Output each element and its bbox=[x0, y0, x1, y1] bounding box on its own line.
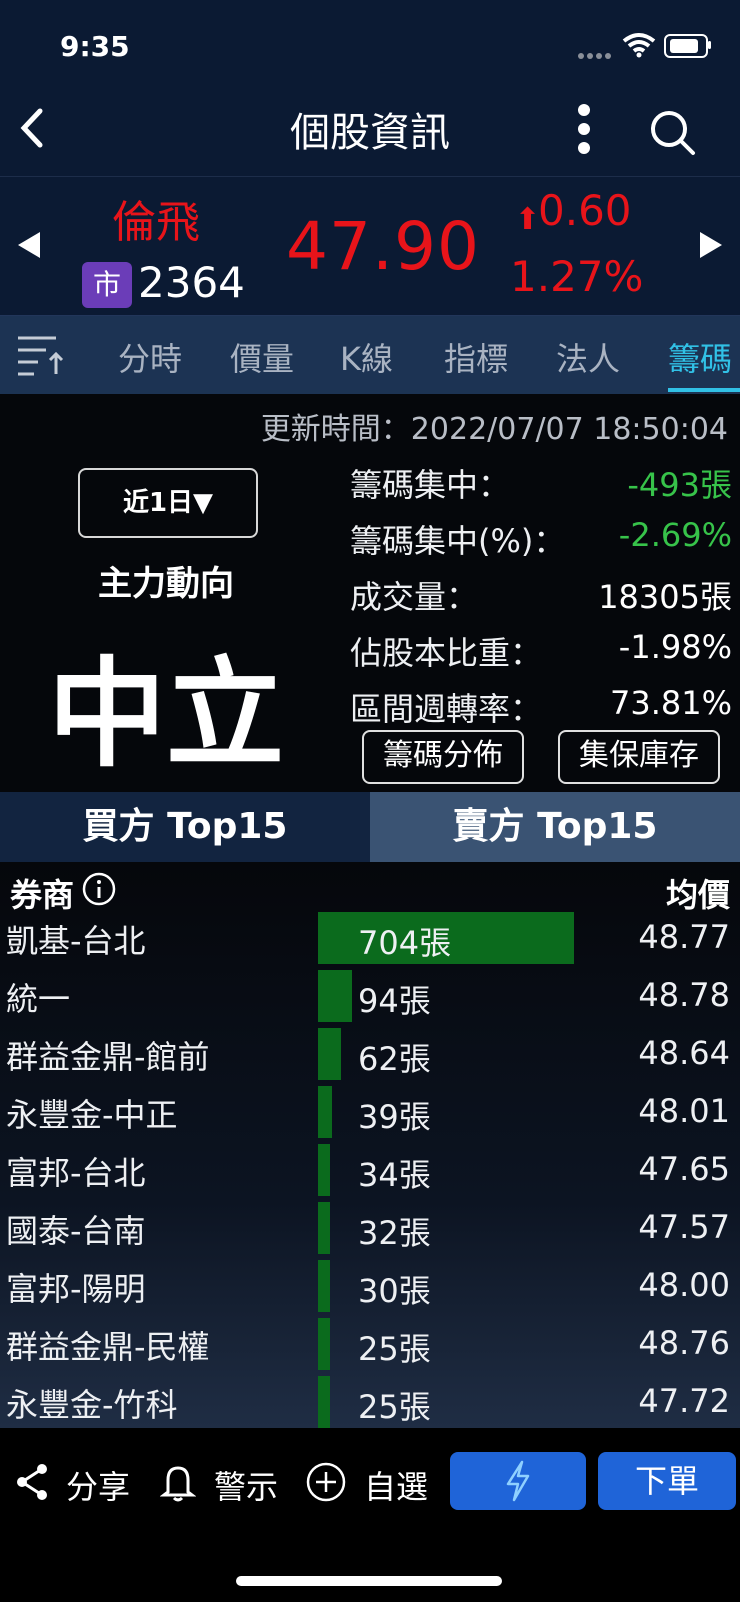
broker-average-price: 48.64 bbox=[638, 1034, 730, 1072]
buy-volume-bar bbox=[318, 1028, 341, 1080]
broker-name: 群益金鼎-民權 bbox=[6, 1328, 210, 1366]
broker-quantity: 62張 bbox=[358, 1040, 431, 1078]
buy-volume-bar bbox=[318, 1260, 330, 1312]
broker-row[interactable]: 富邦-台北 34張 47.65 bbox=[0, 1144, 740, 1203]
broker-quantity: 39張 bbox=[358, 1098, 431, 1136]
broker-row[interactable]: 永豐金-中正 39張 48.01 bbox=[0, 1086, 740, 1145]
broker-average-price: 47.65 bbox=[638, 1150, 730, 1188]
broker-quantity: 25張 bbox=[358, 1330, 431, 1368]
wifi-icon bbox=[622, 32, 656, 62]
up-arrow-icon: ⬆ bbox=[515, 202, 541, 237]
alert-label[interactable]: 警示 bbox=[214, 1462, 278, 1508]
average-price-column-header: 均價 bbox=[665, 876, 730, 914]
price-change-percent: 1.27% bbox=[510, 252, 644, 301]
price-change: 0.60 bbox=[538, 186, 632, 235]
chip-distribution-button[interactable]: 籌碼分佈 bbox=[362, 730, 524, 784]
broker-name: 永豐金-竹科 bbox=[6, 1386, 178, 1424]
place-order-button[interactable]: 下單 bbox=[598, 1452, 736, 1510]
broker-name: 永豐金-中正 bbox=[6, 1096, 178, 1134]
broker-row[interactable]: 群益金鼎-館前 62張 48.64 bbox=[0, 1028, 740, 1087]
broker-average-price: 48.76 bbox=[638, 1324, 730, 1362]
active-tab-indicator bbox=[668, 388, 740, 392]
turnover-rate-value: 73.81% bbox=[609, 684, 732, 722]
period-dropdown[interactable]: 近1日▼ bbox=[78, 468, 258, 538]
broker-quantity: 25張 bbox=[358, 1388, 431, 1426]
previous-stock-arrow-icon[interactable] bbox=[18, 232, 40, 258]
broker-quantity: 94張 bbox=[358, 982, 431, 1020]
more-vertical-icon[interactable] bbox=[578, 104, 590, 161]
broker-average-price: 47.57 bbox=[638, 1208, 730, 1246]
market-badge: 市 bbox=[82, 262, 132, 308]
broker-average-price: 48.01 bbox=[638, 1092, 730, 1130]
status-time: 9:35 bbox=[60, 30, 130, 63]
broker-name: 富邦-陽明 bbox=[6, 1270, 146, 1308]
tab-institutional[interactable]: 法人 bbox=[556, 334, 620, 380]
volume-label: 成交量： bbox=[350, 578, 479, 616]
broker-row[interactable]: 凱基-台北 704張 48.77 bbox=[0, 912, 740, 971]
tab-indicators[interactable]: 指標 bbox=[444, 334, 508, 380]
buy-volume-bar bbox=[318, 1376, 330, 1428]
tab-buyers-top15[interactable]: 買方 Top15 bbox=[0, 792, 370, 862]
tab-sellers-top15[interactable]: 賣方 Top15 bbox=[370, 792, 740, 862]
flash-order-button[interactable] bbox=[450, 1452, 586, 1510]
share-icon[interactable] bbox=[14, 1462, 50, 1506]
battery-tip bbox=[708, 41, 711, 49]
page-title: 個股資訊 bbox=[290, 110, 450, 156]
broker-row[interactable]: 統一 94張 48.78 bbox=[0, 970, 740, 1029]
tab-chips[interactable]: 籌碼 bbox=[668, 334, 732, 380]
buy-volume-bar bbox=[318, 1086, 332, 1138]
stock-code: 2364 bbox=[138, 258, 245, 307]
chip-concentration-pct-value: -2.69% bbox=[618, 516, 732, 554]
broker-row[interactable]: 富邦-陽明 30張 48.00 bbox=[0, 1260, 740, 1319]
broker-average-price: 48.78 bbox=[638, 976, 730, 1014]
main-force-label: 主力動向 bbox=[98, 564, 234, 604]
broker-average-price: 48.00 bbox=[638, 1266, 730, 1304]
broker-row[interactable]: 群益金鼎-民權 25張 48.76 bbox=[0, 1318, 740, 1377]
share-label[interactable]: 分享 bbox=[66, 1462, 130, 1508]
watchlist-label[interactable]: 自選 bbox=[364, 1462, 428, 1508]
broker-row[interactable]: 永豐金-竹科 25張 47.72 bbox=[0, 1376, 740, 1435]
broker-name: 富邦-台北 bbox=[6, 1154, 146, 1192]
next-stock-arrow-icon[interactable] bbox=[700, 232, 722, 258]
share-capital-ratio-value: -1.98% bbox=[618, 628, 732, 666]
broker-quantity: 34張 bbox=[358, 1156, 431, 1194]
sort-menu-icon[interactable] bbox=[16, 334, 64, 382]
add-circle-icon[interactable] bbox=[306, 1462, 346, 1506]
broker-name: 國泰-台南 bbox=[6, 1212, 146, 1250]
broker-quantity: 30張 bbox=[358, 1272, 431, 1310]
buy-volume-bar bbox=[318, 1202, 330, 1254]
buy-volume-bar bbox=[318, 1144, 330, 1196]
tab-time-share[interactable]: 分時 bbox=[118, 334, 182, 380]
bell-icon[interactable] bbox=[159, 1462, 197, 1506]
battery-icon bbox=[664, 34, 708, 58]
broker-quantity: 704張 bbox=[358, 924, 452, 962]
custody-inventory-button[interactable]: 集保庫存 bbox=[558, 730, 720, 784]
broker-name: 凱基-台北 bbox=[6, 922, 146, 960]
search-icon[interactable] bbox=[648, 108, 696, 160]
lightning-icon bbox=[506, 1460, 530, 1502]
main-force-value: 中立 bbox=[47, 645, 284, 783]
chip-concentration-value: -493張 bbox=[627, 466, 732, 504]
buy-volume-bar bbox=[318, 970, 352, 1022]
home-indicator bbox=[236, 1576, 502, 1586]
broker-average-price: 48.77 bbox=[638, 918, 730, 956]
tab-k-line[interactable]: K線 bbox=[340, 334, 393, 380]
buy-volume-bar bbox=[318, 1318, 330, 1370]
stock-price: 47.90 bbox=[286, 208, 480, 285]
cellular-signal-icon bbox=[578, 44, 614, 63]
update-time: 更新時間：2022/07/07 18:50:04 bbox=[260, 412, 728, 447]
volume-value: 18305張 bbox=[598, 578, 732, 616]
broker-row[interactable]: 國泰-台南 32張 47.57 bbox=[0, 1202, 740, 1261]
stock-name: 倫飛 bbox=[112, 197, 200, 248]
tab-price-volume[interactable]: 價量 bbox=[230, 334, 294, 380]
broker-average-price: 47.72 bbox=[638, 1382, 730, 1420]
broker-quantity: 32張 bbox=[358, 1214, 431, 1252]
broker-name: 統一 bbox=[6, 980, 71, 1018]
broker-name: 群益金鼎-館前 bbox=[6, 1038, 210, 1076]
